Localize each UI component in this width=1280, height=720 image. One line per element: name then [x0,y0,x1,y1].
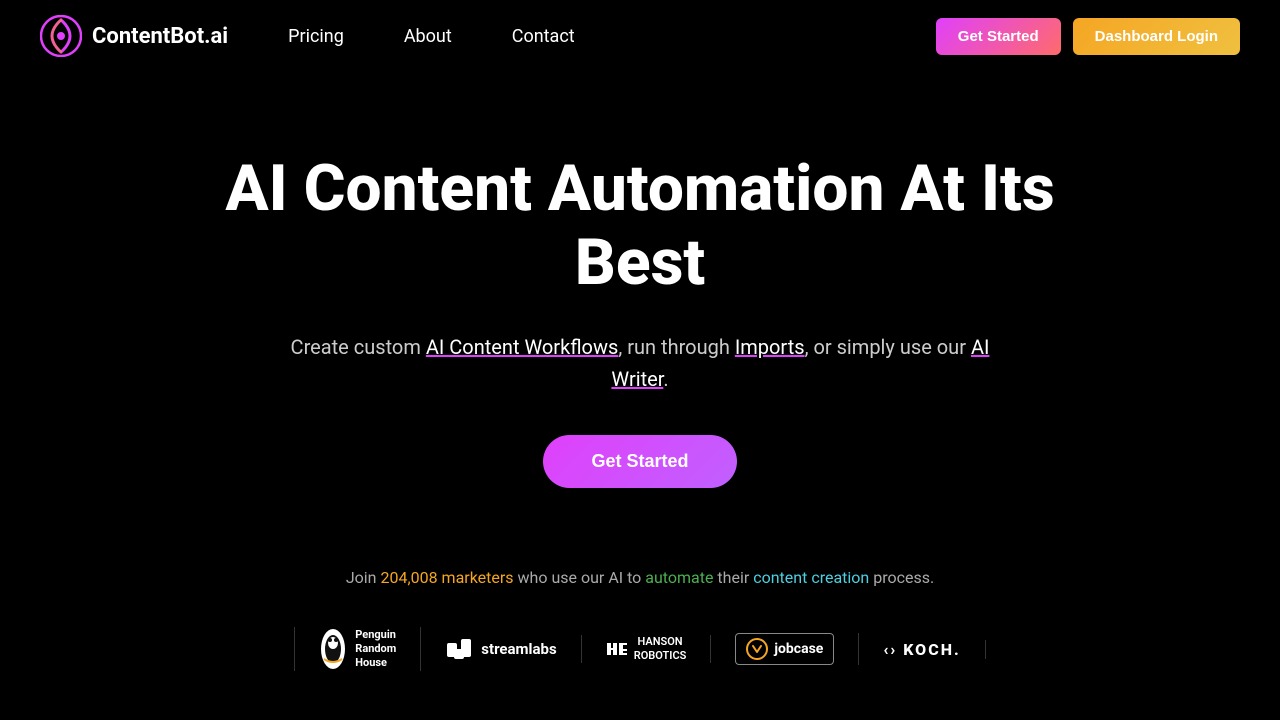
hero-link-workflows[interactable]: AI Content Workflows [426,335,619,359]
logo-hanson: HANSONROBOTICS [582,635,712,664]
navbar: ContentBot.ai Pricing About Contact Get … [0,0,1280,72]
hero-subtitle-before: Create custom [291,335,426,359]
logo[interactable]: ContentBot.ai [40,15,228,57]
logo-penguin: Penguin Random House [294,627,421,671]
hero-subtitle: Create custom AI Content Workflows, run … [290,331,990,395]
social-proof-text: Join 204,008 marketers who use our AI to… [0,568,1280,587]
logo-text: ContentBot.ai [92,24,228,49]
dashboard-login-button[interactable]: Dashboard Login [1073,18,1240,55]
hanson-label: HANSONROBOTICS [634,635,687,664]
social-proof-count: 204,008 marketers [380,568,513,587]
hero-title: AI Content Automation At Its Best [190,152,1090,299]
hero-subtitle-middle1: , run through [618,335,734,359]
hanson-icon [606,638,628,660]
nav-link-contact[interactable]: Contact [512,26,575,47]
social-proof-process: process. [869,568,934,587]
koch-label: ‹› KOCH. [883,640,960,659]
logos-section: Penguin Random House streamlabs [0,627,1280,671]
penguin-text-block: Penguin Random House [355,628,396,671]
get-started-hero-button[interactable]: Get Started [543,435,736,488]
nav-left: ContentBot.ai Pricing About Contact [40,15,575,57]
social-proof-automate: automate [645,568,713,587]
hero-link-imports[interactable]: Imports [735,335,805,359]
nav-link-pricing[interactable]: Pricing [288,26,344,47]
jobcase-label: jobcase [774,641,823,657]
hero-section: AI Content Automation At Its Best Create… [0,72,1280,548]
hero-subtitle-middle2: , or simply use our [805,335,971,359]
hero-subtitle-after: . [663,367,668,391]
nav-right: Get Started Dashboard Login [936,18,1240,55]
nav-link-about[interactable]: About [404,26,452,47]
nav-links: Pricing About Contact [288,26,575,47]
jobcase-icon [746,638,768,660]
social-proof-content-creation: content creation [753,568,869,587]
social-proof-their: their [713,568,753,587]
logo-icon [40,15,82,57]
get-started-nav-button[interactable]: Get Started [936,18,1061,55]
penguin-icon [319,627,347,671]
social-proof-who: who use our AI to [514,568,646,587]
logo-koch: ‹› KOCH. [859,640,985,659]
logo-jobcase: jobcase [711,633,859,665]
logo-streamlabs: streamlabs [421,635,581,663]
social-proof-section: Join 204,008 marketers who use our AI to… [0,568,1280,671]
streamlabs-label: streamlabs [481,640,556,658]
social-proof-join: Join [346,568,381,587]
streamlabs-icon [445,635,473,663]
